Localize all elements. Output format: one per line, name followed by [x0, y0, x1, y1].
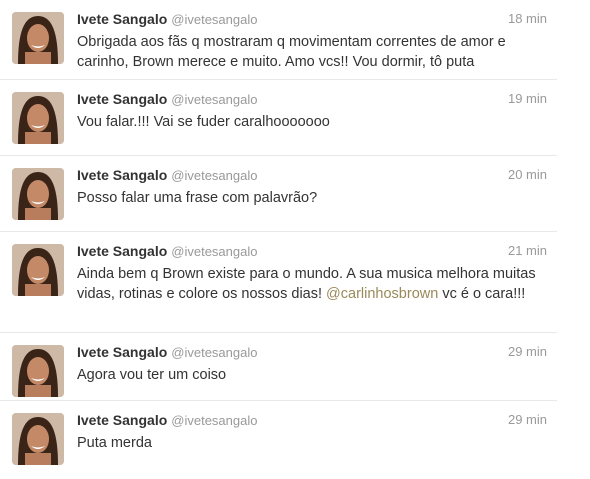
- tweet-timestamp[interactable]: 18 min: [508, 10, 547, 28]
- author-handle[interactable]: @ivetesangalo: [171, 92, 257, 107]
- tweet-text: Posso falar uma frase com palavrão?: [77, 190, 318, 206]
- author-handle[interactable]: @ivetesangalo: [171, 244, 257, 259]
- author-name[interactable]: Ivete Sangalo: [77, 344, 167, 360]
- author-name[interactable]: Ivete Sangalo: [77, 412, 167, 428]
- avatar[interactable]: [12, 92, 64, 144]
- avatar-photo-icon: [12, 244, 64, 296]
- tweet-item[interactable]: Ivete Sangalo @ivetesangalo 29 min Agora …: [0, 333, 557, 401]
- tweet-item[interactable]: Ivete Sangalo @ivetesangalo 19 min Vou fa…: [0, 80, 557, 156]
- tweet-item[interactable]: Ivete Sangalo @ivetesangalo 18 min Obriga…: [0, 0, 557, 80]
- tweet-item[interactable]: Ivete Sangalo @ivetesangalo 20 min Posso …: [0, 156, 557, 232]
- tweet-timestamp[interactable]: 29 min: [508, 411, 547, 429]
- tweet-timestamp[interactable]: 21 min: [508, 242, 547, 260]
- tweet-text-part: vc é o cara!!!: [438, 286, 526, 302]
- tweet-item[interactable]: Ivete Sangalo @ivetesangalo 29 min Puta m…: [0, 401, 557, 479]
- avatar[interactable]: [12, 12, 64, 64]
- author-name[interactable]: Ivete Sangalo: [77, 243, 167, 259]
- tweet-text: Ainda bem q Brown existe para o mundo. A…: [77, 264, 547, 304]
- author-handle[interactable]: @ivetesangalo: [171, 168, 257, 183]
- tweet-text: Agora vou ter um coiso: [77, 367, 227, 383]
- tweet-text: Vou falar.!!! Vai se fuder caralhooooooo: [77, 114, 330, 130]
- tweet-item[interactable]: Ivete Sangalo @ivetesangalo 21 min Ainda …: [0, 232, 557, 333]
- avatar-photo-icon: [12, 92, 64, 144]
- avatar[interactable]: [12, 413, 64, 465]
- tweet-text: Obrigada aos fãs q mostraram q movimenta…: [77, 34, 506, 70]
- avatar[interactable]: [12, 168, 64, 220]
- tweet-timestamp[interactable]: 29 min: [508, 343, 547, 361]
- avatar-photo-icon: [12, 413, 64, 465]
- tweet-timeline: Ivete Sangalo @ivetesangalo 18 min Obriga…: [0, 0, 557, 479]
- avatar[interactable]: [12, 244, 64, 296]
- mention-link[interactable]: @carlinhosbrown: [326, 286, 438, 302]
- tweet-timestamp[interactable]: 19 min: [508, 90, 547, 108]
- author-handle[interactable]: @ivetesangalo: [171, 12, 257, 27]
- tweet-timestamp[interactable]: 20 min: [508, 166, 547, 184]
- avatar-photo-icon: [12, 168, 64, 220]
- author-name[interactable]: Ivete Sangalo: [77, 11, 167, 27]
- author-handle[interactable]: @ivetesangalo: [171, 345, 257, 360]
- avatar-photo-icon: [12, 345, 64, 397]
- author-handle[interactable]: @ivetesangalo: [171, 413, 257, 428]
- avatar[interactable]: [12, 345, 64, 397]
- author-name[interactable]: Ivete Sangalo: [77, 167, 167, 183]
- author-name[interactable]: Ivete Sangalo: [77, 91, 167, 107]
- avatar-photo-icon: [12, 12, 64, 64]
- tweet-text: Puta merda: [77, 435, 152, 451]
